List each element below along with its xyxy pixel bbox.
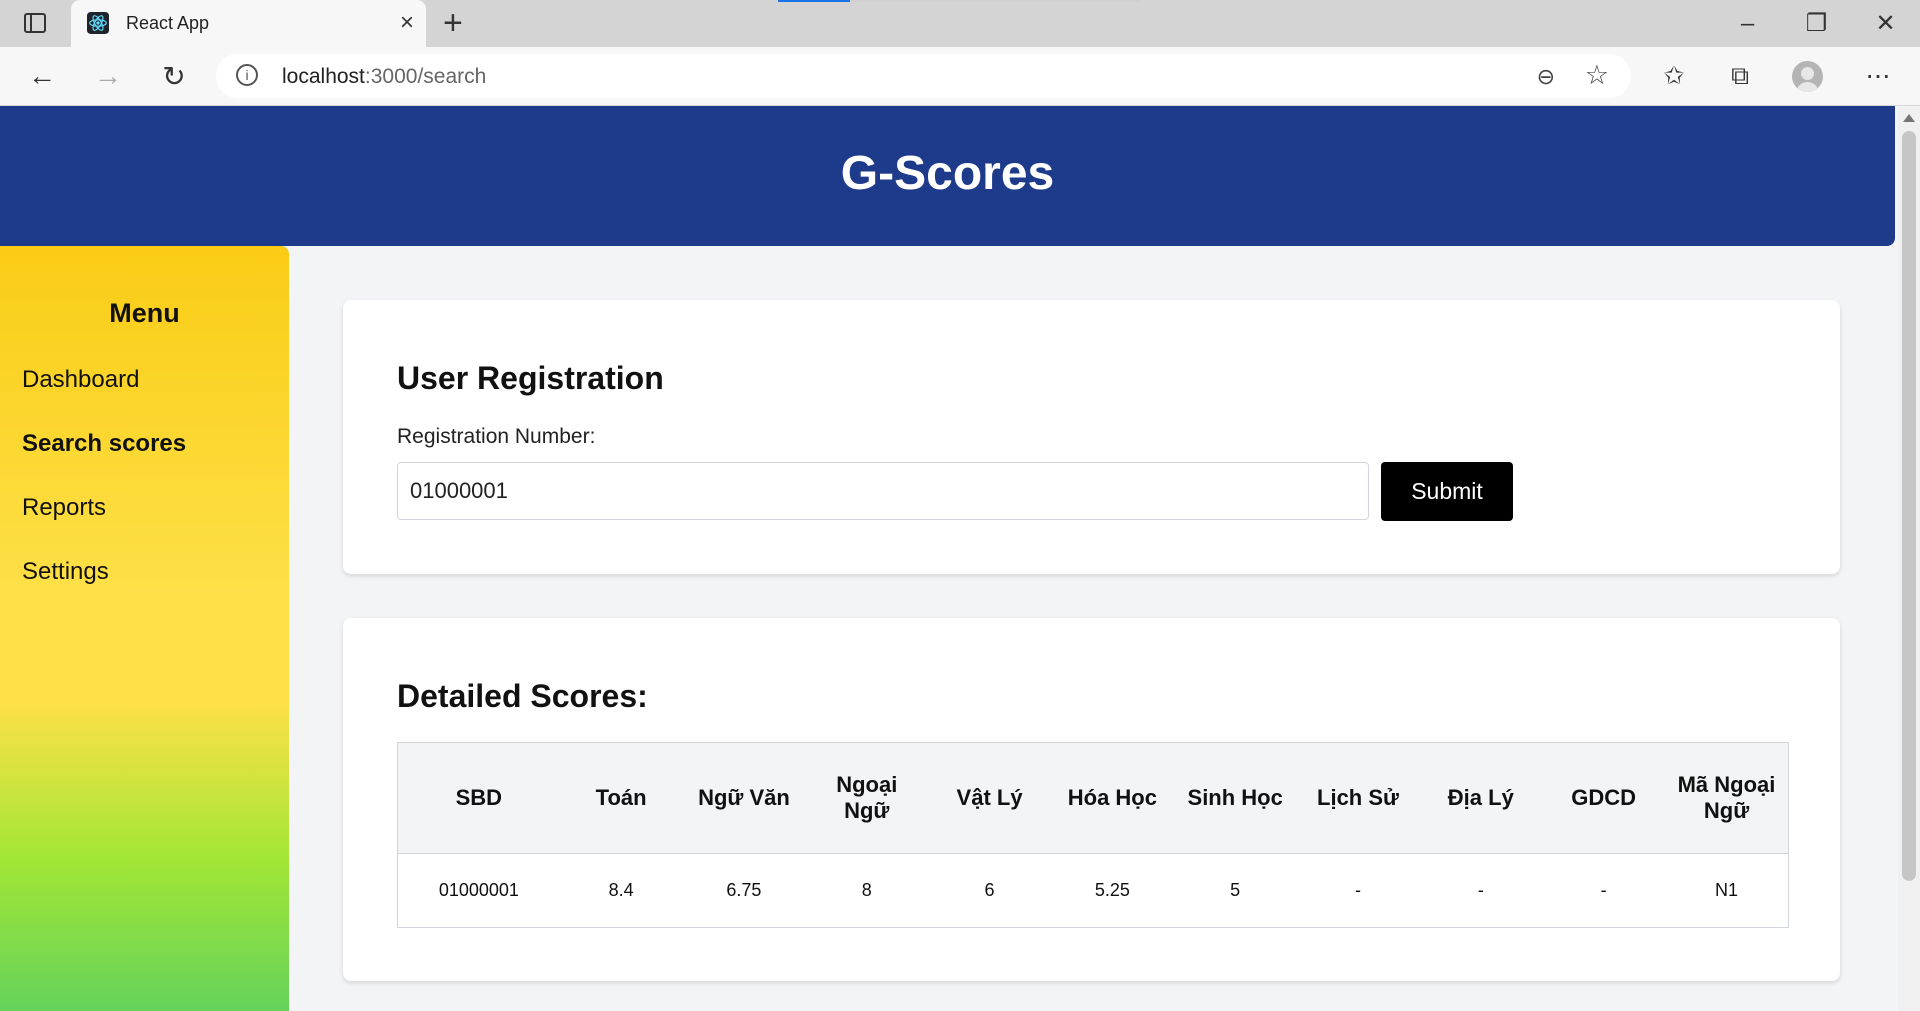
registration-title: User Registration bbox=[397, 360, 664, 396]
submit-button[interactable]: Submit bbox=[1381, 462, 1513, 521]
react-icon bbox=[87, 12, 109, 34]
registration-number-label: Registration Number: bbox=[397, 425, 596, 448]
sidebar-item-reports[interactable]: Reports bbox=[22, 494, 106, 522]
page-content: G-Scores Menu Dashboard Search scores Re… bbox=[0, 106, 1898, 1011]
column-header: Toán bbox=[559, 742, 683, 854]
loading-indicator bbox=[778, 0, 1141, 2]
scroll-up-icon[interactable] bbox=[1903, 114, 1915, 122]
back-icon[interactable]: ← bbox=[22, 57, 62, 95]
column-header: Ngoại Ngữ bbox=[805, 742, 929, 854]
minimize-icon[interactable]: – bbox=[1713, 0, 1782, 47]
scores-card: Detailed Scores: SBD Toán Ngữ Văn Ngoại … bbox=[343, 618, 1840, 981]
close-window-icon[interactable]: ✕ bbox=[1851, 0, 1920, 47]
registration-card: User Registration Registration Number: S… bbox=[343, 300, 1840, 574]
table-cell: - bbox=[1600, 880, 1607, 900]
table-row: 01000001 8.4 6.75 8 6 5.25 5 - - - N1 bbox=[398, 854, 1789, 928]
column-header: Hóa Học bbox=[1050, 742, 1174, 854]
active-tab[interactable]: React App × bbox=[71, 0, 426, 47]
url-host: localhost bbox=[282, 65, 365, 88]
collections-icon[interactable]: ⧉ bbox=[1720, 56, 1760, 96]
table-cell: - bbox=[1477, 880, 1484, 900]
more-icon[interactable]: ⋯ bbox=[1858, 56, 1898, 96]
site-title: G-Scores bbox=[840, 147, 1055, 200]
column-header: Sinh Học bbox=[1173, 742, 1297, 854]
table-cell: 01000001 bbox=[438, 880, 519, 900]
column-header: Ngữ Văn bbox=[682, 742, 806, 854]
sidebar-item-settings[interactable]: Settings bbox=[22, 558, 109, 586]
tab-strip: React App × + – ❐ ✕ bbox=[0, 0, 1920, 47]
table-cell: 6 bbox=[984, 880, 995, 900]
table-cell: - bbox=[1355, 880, 1361, 900]
scroll-thumb[interactable] bbox=[1902, 131, 1916, 881]
favorites-icon[interactable]: ✩ bbox=[1654, 56, 1694, 96]
sidebar-item-dashboard[interactable]: Dashboard bbox=[22, 366, 139, 394]
table-cell: N1 bbox=[1715, 880, 1739, 900]
registration-number-input[interactable] bbox=[397, 462, 1369, 520]
info-icon[interactable]: i bbox=[236, 64, 258, 86]
refresh-icon[interactable]: ↻ bbox=[154, 57, 194, 95]
table-cell: 6.75 bbox=[726, 880, 762, 900]
window-controls: – ❐ ✕ bbox=[1713, 0, 1920, 47]
site-header: G-Scores bbox=[0, 106, 1895, 246]
plus-icon[interactable]: + bbox=[443, 4, 463, 42]
menu-title: Menu bbox=[109, 298, 180, 328]
browser-chrome: React App × + – ❐ ✕ ← → ↻ i localhost:30… bbox=[0, 0, 1920, 106]
column-header: Mã Ngoại Ngữ bbox=[1665, 742, 1789, 854]
close-icon[interactable]: × bbox=[400, 9, 414, 37]
zoom-out-icon[interactable]: ⊖ bbox=[1537, 64, 1555, 90]
tab-title: React App bbox=[126, 13, 210, 33]
column-header: SBD bbox=[397, 742, 560, 854]
scores-table: SBD Toán Ngữ Văn Ngoại Ngữ Vật Lý Hóa Họ… bbox=[397, 742, 1789, 928]
table-cell: 8.4 bbox=[608, 880, 634, 900]
forward-icon[interactable]: → bbox=[88, 57, 128, 95]
favorite-add-icon[interactable]: ☆ bbox=[1585, 60, 1609, 91]
vertical-scrollbar[interactable] bbox=[1898, 106, 1920, 1011]
column-header: GDCD bbox=[1542, 742, 1666, 854]
address-bar[interactable]: i localhost:3000/search ⊖ ☆ bbox=[216, 54, 1631, 98]
sidebar: Menu Dashboard Search scores Reports Set… bbox=[0, 246, 289, 1011]
profile-icon[interactable] bbox=[1792, 61, 1823, 92]
table-cell: 5 bbox=[1230, 880, 1241, 900]
sidebar-item-search-scores[interactable]: Search scores bbox=[22, 430, 186, 458]
navigation-bar: ← → ↻ i localhost:3000/search ⊖ ☆ ✩ ⧉ ⋯ bbox=[0, 47, 1920, 106]
url-path: :3000/search bbox=[364, 65, 487, 88]
column-header: Lịch Sử bbox=[1296, 742, 1420, 854]
restore-icon[interactable]: ❐ bbox=[1782, 0, 1851, 47]
column-header: Vật Lý bbox=[928, 742, 1051, 854]
table-header-row: SBD Toán Ngữ Văn Ngoại Ngữ Vật Lý Hóa Họ… bbox=[397, 742, 1789, 854]
table-cell: 5.25 bbox=[1094, 880, 1130, 900]
table-cell: 8 bbox=[861, 880, 872, 900]
sidebar-tabs-icon[interactable] bbox=[24, 13, 46, 33]
scores-title: Detailed Scores: bbox=[397, 678, 648, 714]
column-header: Địa Lý bbox=[1419, 742, 1543, 854]
url-text[interactable]: localhost:3000/search bbox=[282, 65, 486, 89]
